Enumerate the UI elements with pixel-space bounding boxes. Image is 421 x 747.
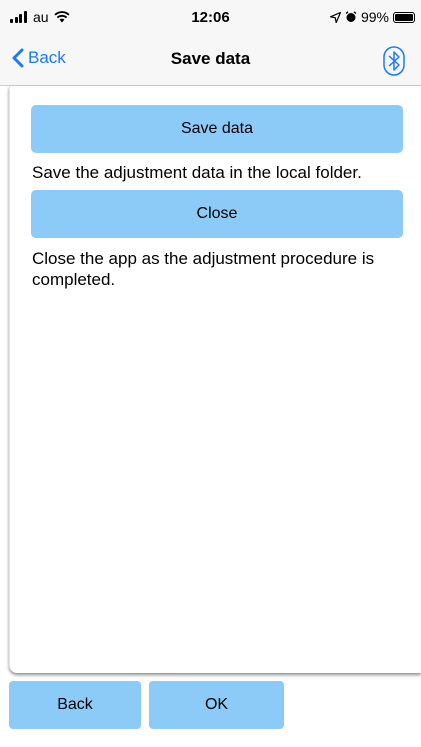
- battery-percent: 99%: [360, 9, 389, 25]
- bluetooth-icon: [383, 46, 405, 76]
- battery-icon: [393, 11, 415, 23]
- ok-button[interactable]: OK: [149, 681, 284, 729]
- status-bar: au 12:06 99%: [0, 0, 421, 36]
- status-right: 99%: [329, 9, 415, 25]
- save-data-button[interactable]: Save data: [31, 105, 403, 153]
- nav-bar: Back Save data: [0, 36, 421, 86]
- close-button[interactable]: Close: [31, 190, 403, 238]
- close-description: Close the app as the adjustment procedur…: [32, 249, 375, 289]
- bluetooth-button[interactable]: [383, 46, 405, 76]
- save-description: Save the adjustment data in the local fo…: [32, 163, 362, 182]
- footer-back-button[interactable]: Back: [9, 681, 141, 729]
- location-icon: [329, 11, 341, 23]
- page-title: Save data: [170, 49, 251, 68]
- alarm-icon: [345, 11, 357, 23]
- content-panel: Save data Save the adjustment data in th…: [9, 86, 421, 673]
